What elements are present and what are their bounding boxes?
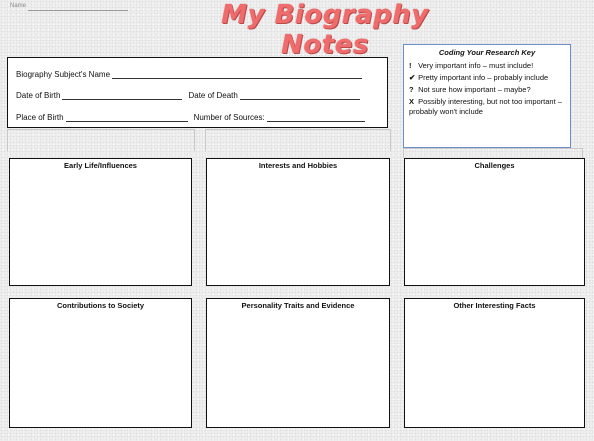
pob-line: [65, 113, 188, 122]
section-title: Contributions to Society: [56, 301, 145, 310]
sources-label: Number of Sources:: [193, 113, 265, 122]
connector-bracket-left: [7, 129, 195, 151]
coding-key-box: Coding Your Research Key ! Very importan…: [403, 44, 571, 148]
section-challenges[interactable]: Challenges: [404, 158, 585, 286]
name-line: [28, 10, 128, 11]
dob-row: Date of Birth Date of Death: [16, 91, 360, 100]
dob-label: Date of Birth: [16, 91, 61, 100]
key-item-text: Not sure how important – maybe?: [418, 85, 531, 94]
subject-name-line: [112, 70, 363, 79]
dod-line: [239, 91, 360, 100]
section-title: Interests and Hobbies: [258, 161, 338, 170]
x-icon: X: [409, 97, 415, 106]
connector-bracket-middle: [205, 129, 391, 151]
key-item-not-sure: ? Not sure how important – maybe?: [409, 85, 565, 95]
dob-line: [62, 91, 183, 100]
subject-name-label: Biography Subject's Name: [16, 70, 111, 79]
subject-name-row: Biography Subject's Name: [16, 70, 363, 79]
section-other-facts[interactable]: Other Interesting Facts: [404, 298, 585, 428]
section-title: Other Interesting Facts: [453, 301, 536, 310]
sources-line: [266, 113, 365, 122]
connector-bracket-right: [403, 148, 583, 158]
exclamation-icon: !: [409, 61, 412, 70]
key-item-very-important: ! Very important info – must include!: [409, 61, 565, 71]
section-title: Challenges: [474, 161, 515, 170]
key-item-possibly-interesting: X Possibly interesting, but not too impo…: [409, 97, 565, 117]
pob-label: Place of Birth: [16, 113, 64, 122]
key-item-text: Pretty important info – probably include: [418, 73, 549, 82]
section-title: Early Life/Influences: [64, 161, 137, 170]
section-early-life[interactable]: Early Life/Influences: [9, 158, 192, 286]
coding-key-title: Coding Your Research Key: [438, 48, 536, 57]
section-contributions[interactable]: Contributions to Society: [9, 298, 192, 428]
checkmark-icon: ✔: [409, 73, 416, 82]
subject-info-box: Biography Subject's Name Date of Birth D…: [7, 57, 388, 128]
pob-row: Place of Birth Number of Sources:: [16, 113, 365, 122]
question-icon: ?: [409, 85, 414, 94]
dod-label: Date of Death: [188, 91, 238, 100]
key-item-pretty-important: ✔ Pretty important info – probably inclu…: [409, 73, 565, 83]
section-personality-traits[interactable]: Personality Traits and Evidence: [206, 298, 390, 428]
section-title: Personality Traits and Evidence: [241, 301, 355, 310]
name-label: Name: [10, 3, 27, 9]
section-interests-hobbies[interactable]: Interests and Hobbies: [206, 158, 390, 286]
key-item-text: Very important info – must include!: [418, 61, 534, 70]
key-item-text: Possibly interesting, but not too import…: [409, 97, 562, 116]
